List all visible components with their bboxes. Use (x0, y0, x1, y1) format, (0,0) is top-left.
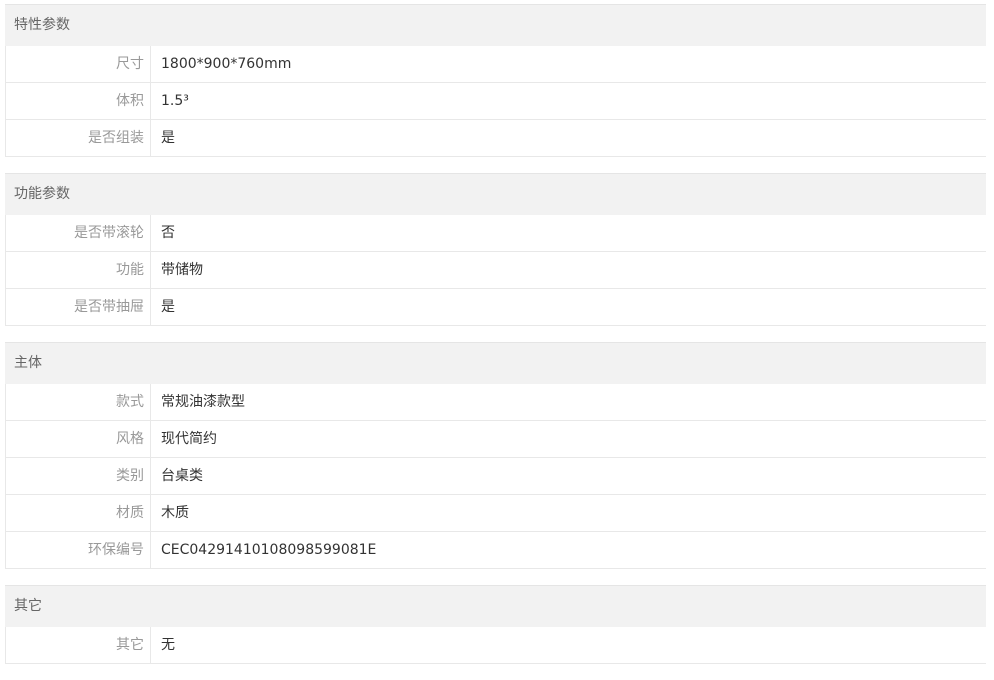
spec-label: 是否带滚轮 (6, 215, 151, 251)
spec-row: 是否组装 是 (5, 120, 986, 157)
group-header: 主体 (5, 342, 986, 384)
spec-row: 是否带滚轮 否 (5, 215, 986, 252)
spec-value: 是 (161, 130, 175, 146)
spec-row: 类别 台桌类 (5, 458, 986, 495)
spec-group-other: 其它 其它 无 (5, 585, 986, 664)
spec-label: 风格 (6, 421, 151, 457)
spec-group-functions: 功能参数 是否带滚轮 否 功能 带储物 是否带抽屉 是 (5, 173, 986, 326)
spec-label: 环保编号 (6, 532, 151, 568)
spec-value: CEC04291410108098599081E (161, 542, 377, 558)
spec-value: 现代简约 (161, 431, 217, 447)
spec-row: 其它 无 (5, 627, 986, 664)
spec-row: 款式 常规油漆款型 (5, 384, 986, 421)
spec-value: 1800*900*760mm (161, 56, 292, 72)
spec-row: 尺寸 1800*900*760mm (5, 46, 986, 83)
spec-label: 功能 (6, 252, 151, 288)
spec-label: 体积 (6, 83, 151, 119)
spec-value: 1.5³ (161, 93, 189, 109)
spec-label: 材质 (6, 495, 151, 531)
spec-label: 是否带抽屉 (6, 289, 151, 325)
spec-table: 特性参数 尺寸 1800*900*760mm 体积 1.5³ 是否组装 是 功能… (5, 4, 986, 680)
spec-label: 款式 (6, 384, 151, 420)
group-header: 其它 (5, 585, 986, 627)
spec-value: 是 (161, 299, 175, 315)
spec-value: 带储物 (161, 262, 203, 278)
spec-value: 木质 (161, 505, 189, 521)
spec-label: 是否组装 (6, 120, 151, 156)
spec-group-features: 特性参数 尺寸 1800*900*760mm 体积 1.5³ 是否组装 是 (5, 4, 986, 157)
spec-row: 材质 木质 (5, 495, 986, 532)
spec-row: 体积 1.5³ (5, 83, 986, 120)
spec-value: 台桌类 (161, 468, 203, 484)
spec-row: 风格 现代简约 (5, 421, 986, 458)
group-header: 功能参数 (5, 173, 986, 215)
spec-label: 尺寸 (6, 46, 151, 82)
group-header: 特性参数 (5, 4, 986, 46)
spec-row: 功能 带储物 (5, 252, 986, 289)
spec-label: 类别 (6, 458, 151, 494)
spec-label: 其它 (6, 627, 151, 663)
spec-value: 无 (161, 637, 175, 653)
spec-row: 是否带抽屉 是 (5, 289, 986, 326)
spec-row: 环保编号 CEC04291410108098599081E (5, 532, 986, 569)
spec-value: 否 (161, 225, 175, 241)
spec-group-main: 主体 款式 常规油漆款型 风格 现代简约 类别 台桌类 材质 木质 环保编号 C… (5, 342, 986, 569)
spec-value: 常规油漆款型 (161, 394, 245, 410)
